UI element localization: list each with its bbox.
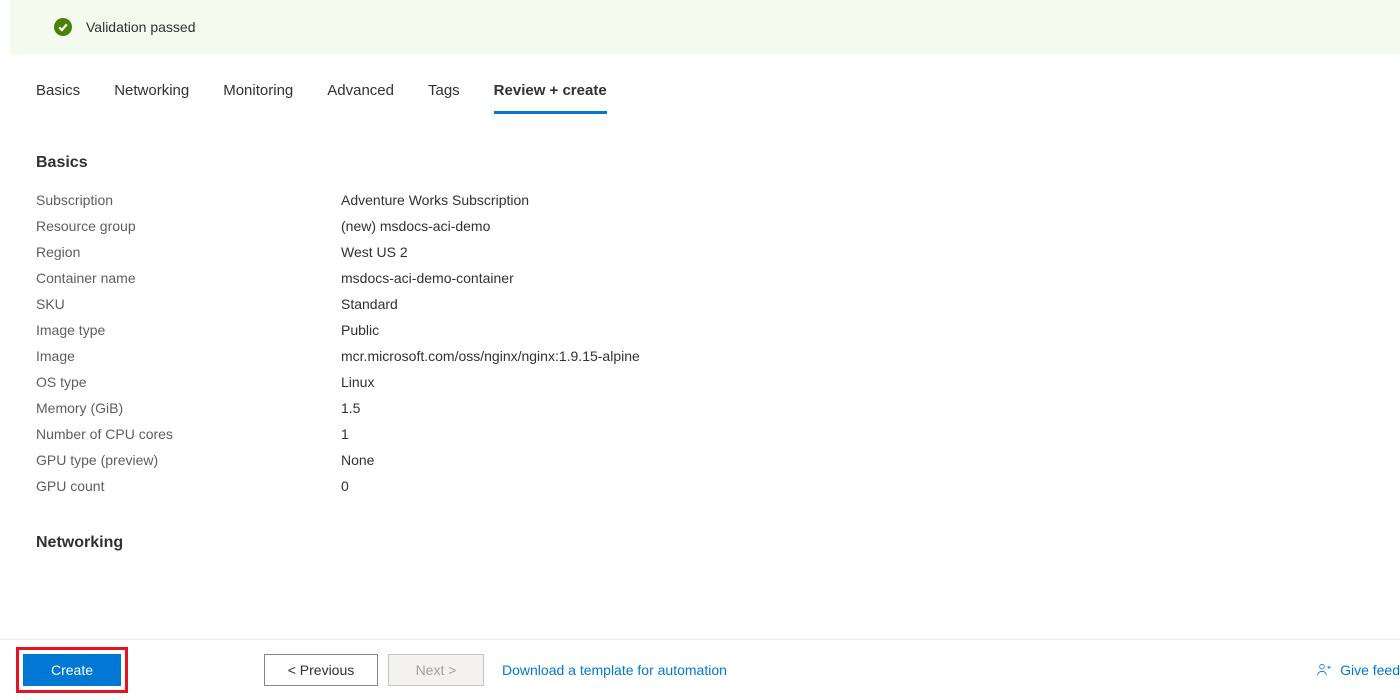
content-area: Basics Subscription Adventure Works Subs…: [0, 114, 1400, 552]
create-button-highlight: Create: [16, 647, 128, 693]
download-template-link[interactable]: Download a template for automation: [502, 662, 727, 678]
tab-advanced[interactable]: Advanced: [327, 82, 394, 114]
previous-button[interactable]: < Previous: [264, 654, 378, 686]
kv-val-image: mcr.microsoft.com/oss/nginx/nginx:1.9.15…: [341, 348, 640, 364]
kv-val-sku: Standard: [341, 296, 398, 312]
kv-row: Region West US 2: [36, 244, 1364, 260]
kv-row: Image type Public: [36, 322, 1364, 338]
check-circle-icon: [54, 18, 72, 36]
kv-key-container-name: Container name: [36, 270, 341, 286]
kv-val-gpu-count: 0: [341, 478, 349, 494]
kv-row: Number of CPU cores 1: [36, 426, 1364, 442]
feedback-person-icon: [1316, 662, 1332, 678]
tabs: Basics Networking Monitoring Advanced Ta…: [0, 54, 1400, 114]
kv-val-cpu-cores: 1: [341, 426, 349, 442]
tab-monitoring[interactable]: Monitoring: [223, 82, 293, 114]
create-button[interactable]: Create: [23, 654, 121, 686]
kv-key-gpu-count: GPU count: [36, 478, 341, 494]
kv-key-resource-group: Resource group: [36, 218, 341, 234]
kv-row: OS type Linux: [36, 374, 1364, 390]
kv-val-subscription: Adventure Works Subscription: [341, 192, 529, 208]
kv-val-resource-group: (new) msdocs-aci-demo: [341, 218, 490, 234]
kv-key-image-type: Image type: [36, 322, 341, 338]
kv-key-memory: Memory (GiB): [36, 400, 341, 416]
give-feedback-label: Give feed: [1340, 662, 1400, 678]
kv-key-os-type: OS type: [36, 374, 341, 390]
kv-key-cpu-cores: Number of CPU cores: [36, 426, 341, 442]
tab-tags[interactable]: Tags: [428, 82, 460, 114]
kv-val-gpu-type: None: [341, 452, 374, 468]
tab-review-create[interactable]: Review + create: [494, 82, 607, 114]
kv-row: Container name msdocs-aci-demo-container: [36, 270, 1364, 286]
section-title-basics: Basics: [36, 154, 1364, 172]
kv-key-image: Image: [36, 348, 341, 364]
next-button: Next >: [388, 654, 484, 686]
kv-val-region: West US 2: [341, 244, 408, 260]
footer-bar: Create < Previous Next > Download a temp…: [0, 640, 1400, 700]
kv-key-gpu-type: GPU type (preview): [36, 452, 341, 468]
kv-val-memory: 1.5: [341, 400, 360, 416]
section-title-networking: Networking: [36, 534, 1364, 552]
kv-val-os-type: Linux: [341, 374, 374, 390]
kv-row: SKU Standard: [36, 296, 1364, 312]
kv-row: Memory (GiB) 1.5: [36, 400, 1364, 416]
kv-key-subscription: Subscription: [36, 192, 341, 208]
validation-banner: Validation passed: [10, 0, 1400, 54]
give-feedback-link[interactable]: Give feed: [1316, 662, 1400, 678]
kv-val-image-type: Public: [341, 322, 379, 338]
tab-basics[interactable]: Basics: [36, 82, 80, 114]
kv-row: Resource group (new) msdocs-aci-demo: [36, 218, 1364, 234]
kv-key-region: Region: [36, 244, 341, 260]
validation-message: Validation passed: [86, 19, 195, 35]
kv-row: Subscription Adventure Works Subscriptio…: [36, 192, 1364, 208]
kv-val-container-name: msdocs-aci-demo-container: [341, 270, 514, 286]
kv-key-sku: SKU: [36, 296, 341, 312]
kv-row: Image mcr.microsoft.com/oss/nginx/nginx:…: [36, 348, 1364, 364]
kv-row: GPU count 0: [36, 478, 1364, 494]
tab-networking[interactable]: Networking: [114, 82, 189, 114]
kv-row: GPU type (preview) None: [36, 452, 1364, 468]
